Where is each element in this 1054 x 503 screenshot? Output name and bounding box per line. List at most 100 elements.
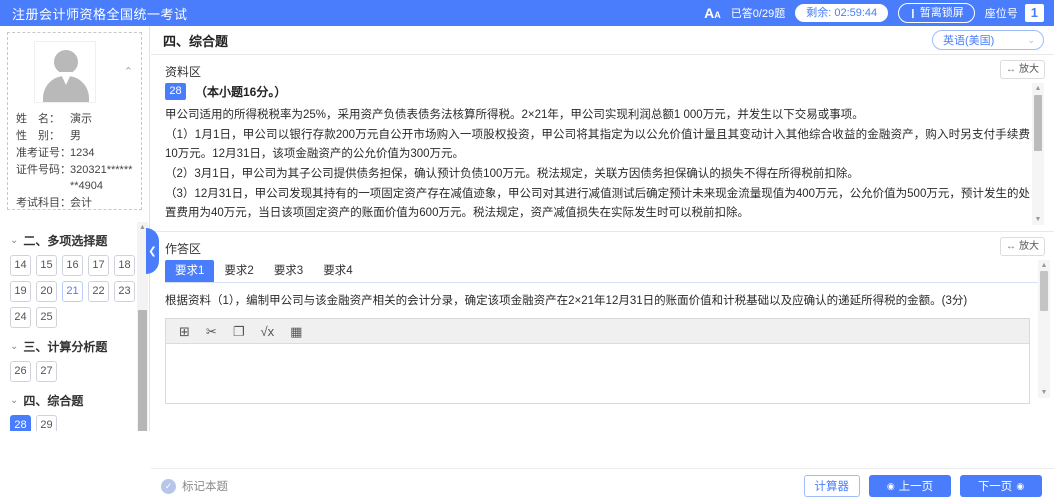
left-sidebar: ⌃ 姓 名： 演示 性 别： 男 准考证号： 1234 证件号码： 320321… (0, 26, 150, 431)
answer-panel: 要求1 要求2 要求3 要求4 根据资料（1），编制甲公司与该金融资产相关的会计… (151, 260, 1054, 404)
scroll-up-arrow-icon[interactable]: ▲ (1032, 83, 1044, 94)
answer-zoom-label: 放大 (1019, 241, 1039, 252)
question-number-badge: 28 (165, 83, 186, 100)
info-value: 演示 (70, 113, 92, 125)
table-icon[interactable]: ▦ (290, 325, 302, 338)
remaining-time-badge: 剩余: 02:59:44 (795, 4, 889, 22)
chevron-left-icon: ❮ (148, 245, 157, 257)
question-button[interactable]: 15 (36, 255, 57, 276)
answered-count: 已答0/29题 (730, 8, 786, 20)
exam-app-window: 注册会计师资格全国统一考试 AA 已答0/29题 剩余: 02:59:44 ❙ … (0, 0, 1054, 503)
answer-scrollbar[interactable]: ▲ ▼ (1038, 260, 1050, 398)
question-grid-section-3: 26 27 (10, 361, 138, 382)
scroll-down-arrow-icon[interactable]: ▼ (1038, 387, 1050, 398)
answer-editor-input[interactable] (166, 344, 1029, 402)
editor-toolbar: ⊞ ✂ ❐ √x ▦ (166, 319, 1029, 344)
material-zoom-button[interactable]: ↔ 放大 (1000, 60, 1045, 79)
language-select-value: 英语(美国) (943, 35, 995, 47)
info-value: 1234 (70, 147, 95, 159)
scrollbar-thumb[interactable] (1034, 95, 1042, 151)
copy-icon[interactable]: ❐ (233, 325, 245, 338)
section-header-multi-choice[interactable]: ⌄ 二、多项选择题 (10, 232, 138, 249)
question-button[interactable]: 16 (62, 255, 83, 276)
info-key: 性 别： (16, 130, 60, 142)
answer-zone-header: 作答区 ↔ 放大 (151, 232, 1054, 260)
exam-title: 注册会计师资格全国统一考试 (12, 6, 188, 22)
tab-requirement-3[interactable]: 要求3 (264, 260, 313, 282)
formula-sqrt-icon[interactable]: √x (260, 325, 274, 338)
tab-requirement-1[interactable]: 要求1 (165, 260, 215, 282)
question-button[interactable]: 26 (10, 361, 31, 382)
top-header-bar: 注册会计师资格全国统一考试 AA 已答0/29题 剩余: 02:59:44 ❙ … (0, 0, 1054, 26)
scroll-down-arrow-icon[interactable]: ▼ (1032, 214, 1044, 225)
font-size-icon[interactable]: AA (704, 6, 721, 20)
scrollbar-thumb[interactable] (138, 310, 147, 431)
mark-question-toggle[interactable]: ✓ 标记本题 (161, 478, 228, 494)
question-button[interactable]: 22 (88, 281, 109, 302)
answer-editor[interactable]: ⊞ ✂ ❐ √x ▦ (165, 318, 1030, 404)
bottom-action-bar: ✓ 标记本题 计算器 ◉ 上一页 下一页 ◉ (151, 468, 1054, 503)
section-title-label: 二、多项选择题 (23, 234, 108, 248)
info-key: 证件号码： (16, 164, 71, 176)
info-row: 证件号码： 320321********4904 (16, 162, 135, 194)
header-right-group: AA 已答0/29题 剩余: 02:59:44 ❙ 暂离锁屏 座位号 1 (704, 3, 1044, 23)
question-head: 28 （本小题16分。） (165, 83, 1030, 100)
question-button[interactable]: 24 (10, 307, 31, 328)
language-select[interactable]: 英语(美国) ⌄ (932, 30, 1044, 50)
paste-icon[interactable]: ⊞ (179, 325, 190, 338)
navigation-buttons: 计算器 ◉ 上一页 下一页 ◉ (803, 475, 1042, 497)
scrollbar-thumb[interactable] (1040, 271, 1048, 311)
chevron-left-circle-icon: ◉ (886, 480, 895, 491)
question-button-current[interactable]: 28 (10, 415, 31, 431)
pause-icon: ❙ (909, 8, 917, 18)
question-navigator-inner: ⌄ 二、多项选择题 14 15 16 17 18 19 20 21 22 23 … (0, 232, 149, 431)
next-page-label: 下一页 (977, 481, 1013, 493)
chevron-right-circle-icon: ◉ (1016, 480, 1025, 491)
chevron-up-icon[interactable]: ⌃ (124, 65, 133, 78)
calculator-button[interactable]: 计算器 (803, 475, 860, 497)
requirement-tabs: 要求1 要求2 要求3 要求4 (165, 260, 1044, 283)
answer-zoom-button[interactable]: ↔ 放大 (1000, 237, 1045, 256)
sidebar-collapse-handle[interactable]: ❮ (146, 228, 159, 274)
info-value: 会计 (70, 197, 92, 209)
main-header: 四、综合题 英语(美国) ⌄ (151, 26, 1054, 55)
info-key: 姓 名： (16, 113, 60, 125)
question-button[interactable]: 27 (36, 361, 57, 382)
info-key: 准考证号： (16, 147, 71, 159)
question-grid-section-2: 14 15 16 17 18 19 20 21 22 23 24 25 (10, 255, 138, 328)
section-header-calc-analysis[interactable]: ⌄ 三、计算分析题 (10, 338, 138, 355)
avatar (34, 41, 96, 103)
scroll-up-arrow-icon[interactable]: ▲ (1038, 260, 1050, 271)
material-scrollbar[interactable]: ▲ ▼ (1032, 83, 1044, 225)
prev-page-label: 上一页 (898, 481, 934, 493)
next-page-button[interactable]: 下一页 ◉ (960, 475, 1042, 497)
question-button[interactable]: 23 (114, 281, 135, 302)
seat-number-value: 1 (1024, 4, 1044, 22)
answer-zone-title: 作答区 (165, 241, 202, 256)
question-button[interactable]: 18 (114, 255, 135, 276)
section-header-comprehensive[interactable]: ⌄ 四、综合题 (10, 392, 138, 409)
info-value: 男 (70, 130, 81, 142)
tab-requirement-4[interactable]: 要求4 (313, 260, 362, 282)
section-title-label: 四、综合题 (23, 394, 84, 408)
question-button[interactable]: 25 (36, 307, 57, 328)
question-button[interactable]: 20 (36, 281, 57, 302)
page-title: 四、综合题 (163, 33, 229, 49)
material-paragraph: （1）1月1日，甲公司以银行存款200万元自公开市场购入一项股权投资，甲公司将其… (165, 129, 1030, 160)
tab-requirement-2[interactable]: 要求2 (214, 260, 263, 282)
cut-scissors-icon[interactable]: ✂ (206, 325, 217, 338)
question-button[interactable]: 29 (36, 415, 57, 431)
question-navigator: ⌄ 二、多项选择题 14 15 16 17 18 19 20 21 22 23 … (0, 222, 149, 431)
pause-lock-button[interactable]: ❙ 暂离锁屏 (898, 3, 975, 23)
prev-page-button[interactable]: ◉ 上一页 (869, 475, 951, 497)
info-key: 考试科目： (16, 197, 71, 209)
material-paragraph: （3）12月31日，甲公司发现其持有的一项固定资产存在减值迹象，甲公司对其进行减… (165, 188, 1030, 219)
chevron-down-icon: ⌄ (10, 395, 19, 406)
question-button[interactable]: 21 (62, 281, 83, 302)
question-button[interactable]: 19 (10, 281, 31, 302)
question-button[interactable]: 14 (10, 255, 31, 276)
question-button[interactable]: 17 (88, 255, 109, 276)
section-title-label: 三、计算分析题 (23, 340, 108, 354)
material-zone-header: 资料区 ↔ 放大 (151, 55, 1054, 83)
info-row: 考试科目： 会计 (16, 195, 135, 211)
